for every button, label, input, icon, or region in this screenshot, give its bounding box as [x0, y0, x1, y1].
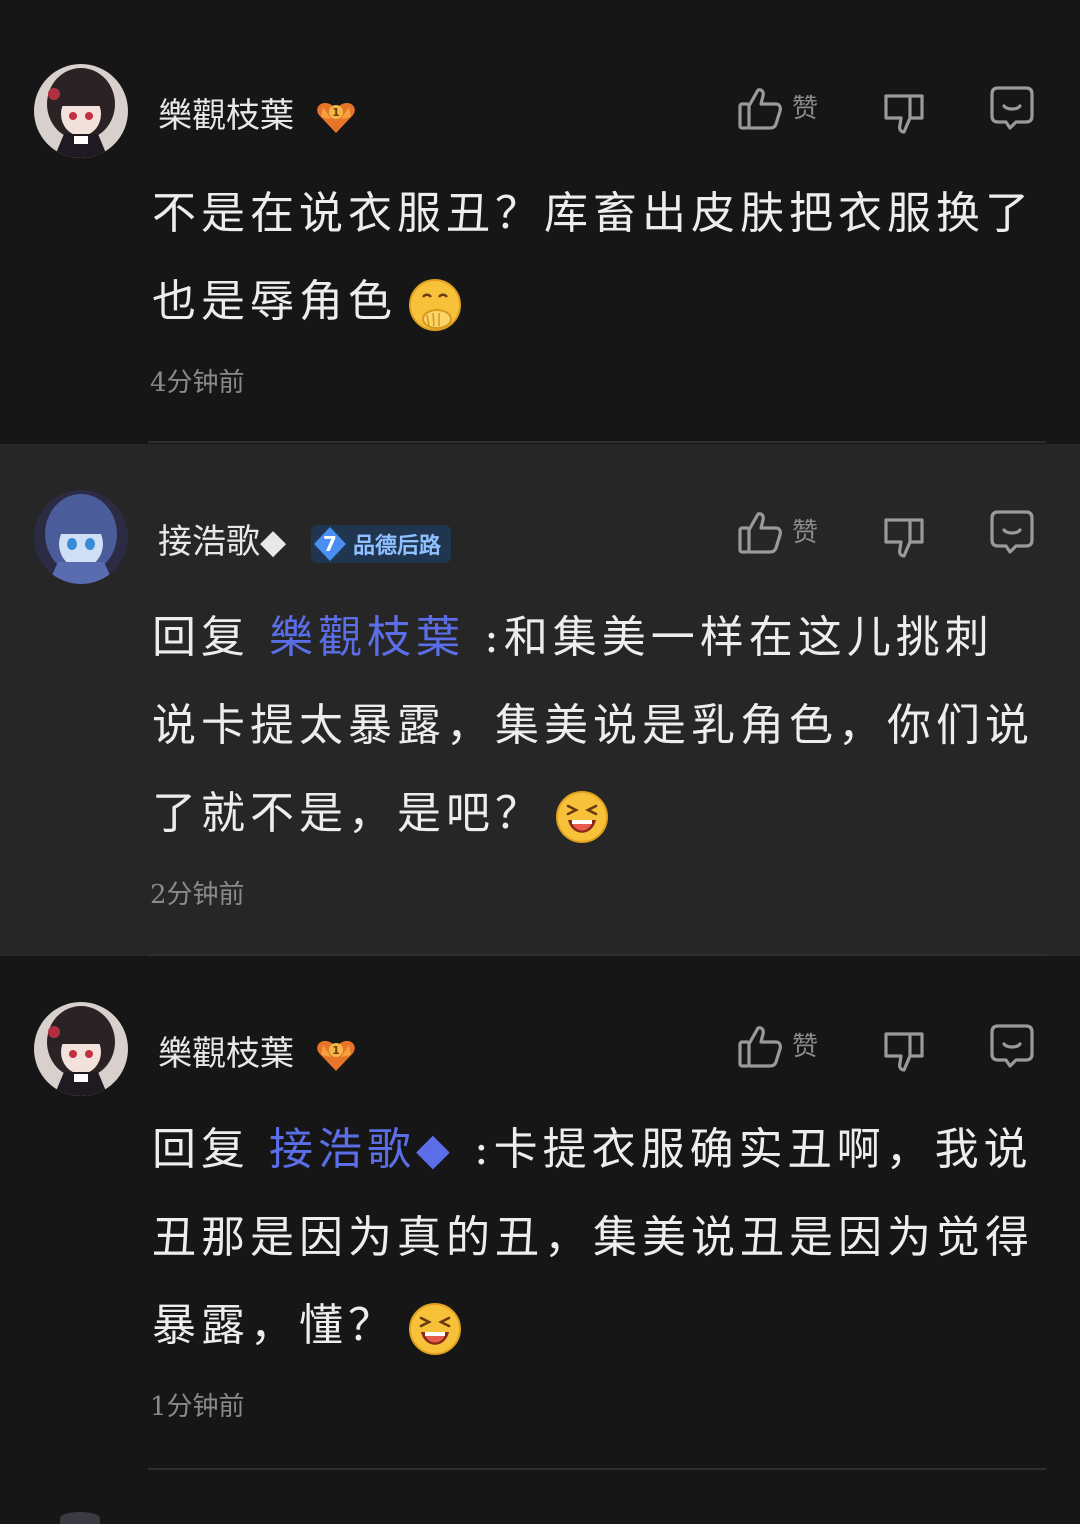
username[interactable]: 樂觀枝葉 1: [158, 1026, 357, 1075]
badge-level-text: 7: [323, 532, 337, 556]
like-icon[interactable]: [736, 1022, 784, 1070]
next-comment-avatar-edge: [60, 1512, 100, 1524]
avatar[interactable]: [34, 1002, 128, 1096]
like-icon[interactable]: [736, 508, 784, 556]
reply-icon[interactable]: [988, 84, 1036, 132]
comment-body: 不是在说衣服丑？库畜出皮肤把衣服换了也是辱角色: [152, 170, 1042, 346]
comment-time: 1分钟前: [150, 1392, 245, 1422]
username-text: 接浩歌◆: [158, 522, 287, 562]
dislike-icon[interactable]: [880, 1026, 928, 1074]
like-label[interactable]: 赞: [792, 88, 818, 125]
like-label[interactable]: 赞: [792, 1026, 818, 1063]
user-badge[interactable]: 7 品德后路: [310, 525, 451, 563]
username[interactable]: 樂觀枝葉 1: [158, 88, 357, 137]
mention-link[interactable]: 樂觀枝葉: [269, 612, 465, 663]
username[interactable]: 接浩歌◆ 7 品德后路: [158, 514, 451, 563]
username-text: 樂觀枝葉: [158, 1034, 294, 1074]
avatar[interactable]: [34, 490, 128, 584]
like-label[interactable]: 赞: [792, 512, 818, 549]
reply-prefix: 回复: [152, 612, 269, 663]
comment-item-highlighted: 接浩歌◆ 7 品德后路 赞 回复 樂觀枝葉 :和集美一样在这儿挑刺说卡提太暴露，…: [0, 444, 1080, 956]
like-icon[interactable]: [736, 84, 784, 132]
divider: [148, 1468, 1046, 1470]
mention-link[interactable]: 接浩歌◆: [269, 1124, 455, 1175]
svg-text:1: 1: [332, 106, 340, 119]
laughing-emoji-icon: [409, 1302, 461, 1355]
dislike-icon[interactable]: [880, 88, 928, 136]
reply-icon[interactable]: [988, 1022, 1036, 1070]
comment-text: 不是在说衣服丑？库畜出皮肤把衣服换了也是辱角色: [152, 188, 1034, 327]
reply-separator: :: [465, 612, 504, 663]
reply-prefix: 回复: [152, 1124, 269, 1175]
badge-label: 品德后路: [352, 534, 441, 559]
comment-body: 回复 接浩歌◆ :卡提衣服确实丑啊，我说丑那是因为真的丑，集美说丑是因为觉得暴露…: [152, 1106, 1042, 1370]
comment-time: 4分钟前: [150, 368, 245, 398]
svg-text:1: 1: [332, 1044, 340, 1057]
badge-level-icon: 7: [311, 525, 349, 563]
username-text: 樂觀枝葉: [158, 96, 294, 136]
reply-icon[interactable]: [988, 508, 1036, 556]
comment-time: 2分钟前: [150, 880, 245, 910]
level-heart-icon: 1: [317, 103, 355, 133]
avatar[interactable]: [34, 64, 128, 158]
reply-separator: :: [454, 1124, 494, 1175]
dislike-icon[interactable]: [880, 512, 928, 560]
hand-over-mouth-emoji-icon: [409, 278, 461, 331]
comment-body: 回复 樂觀枝葉 :和集美一样在这儿挑刺说卡提太暴露，集美说是乳角色，你们说了就不…: [152, 594, 1042, 858]
divider: [148, 441, 1046, 443]
level-heart-icon: 1: [317, 1041, 355, 1071]
comment-item: 樂觀枝葉 1 赞 不是在说衣服丑？库畜出皮肤把衣服换了也是辱角色 4分钟前: [0, 0, 1080, 444]
laughing-emoji-icon: [556, 790, 608, 843]
comment-item: 樂觀枝葉 1 赞 回复 接浩歌◆ :卡提衣服确实丑啊，我说丑那是因为真的丑，集美…: [0, 956, 1080, 1470]
